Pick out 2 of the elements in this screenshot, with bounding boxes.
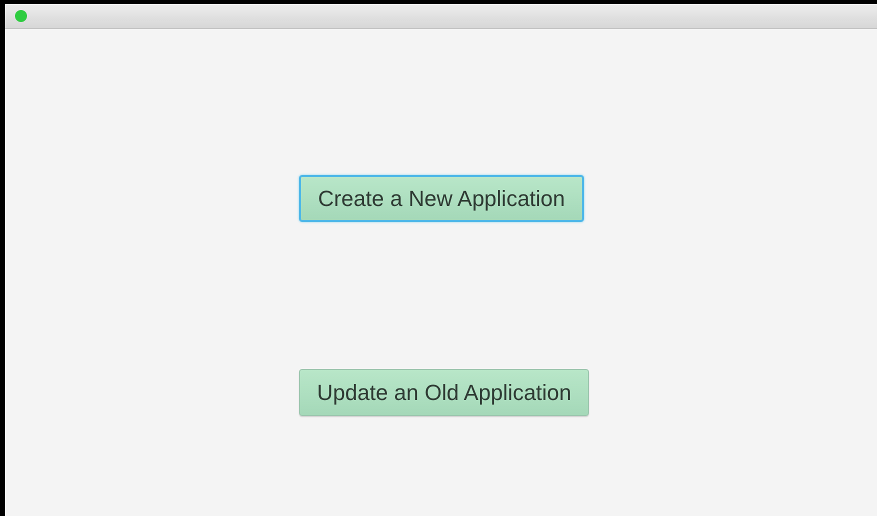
application-button[interactable]: Create a New Application: [299, 175, 584, 222]
application-button[interactable]: Update an Old Application: [299, 369, 590, 416]
